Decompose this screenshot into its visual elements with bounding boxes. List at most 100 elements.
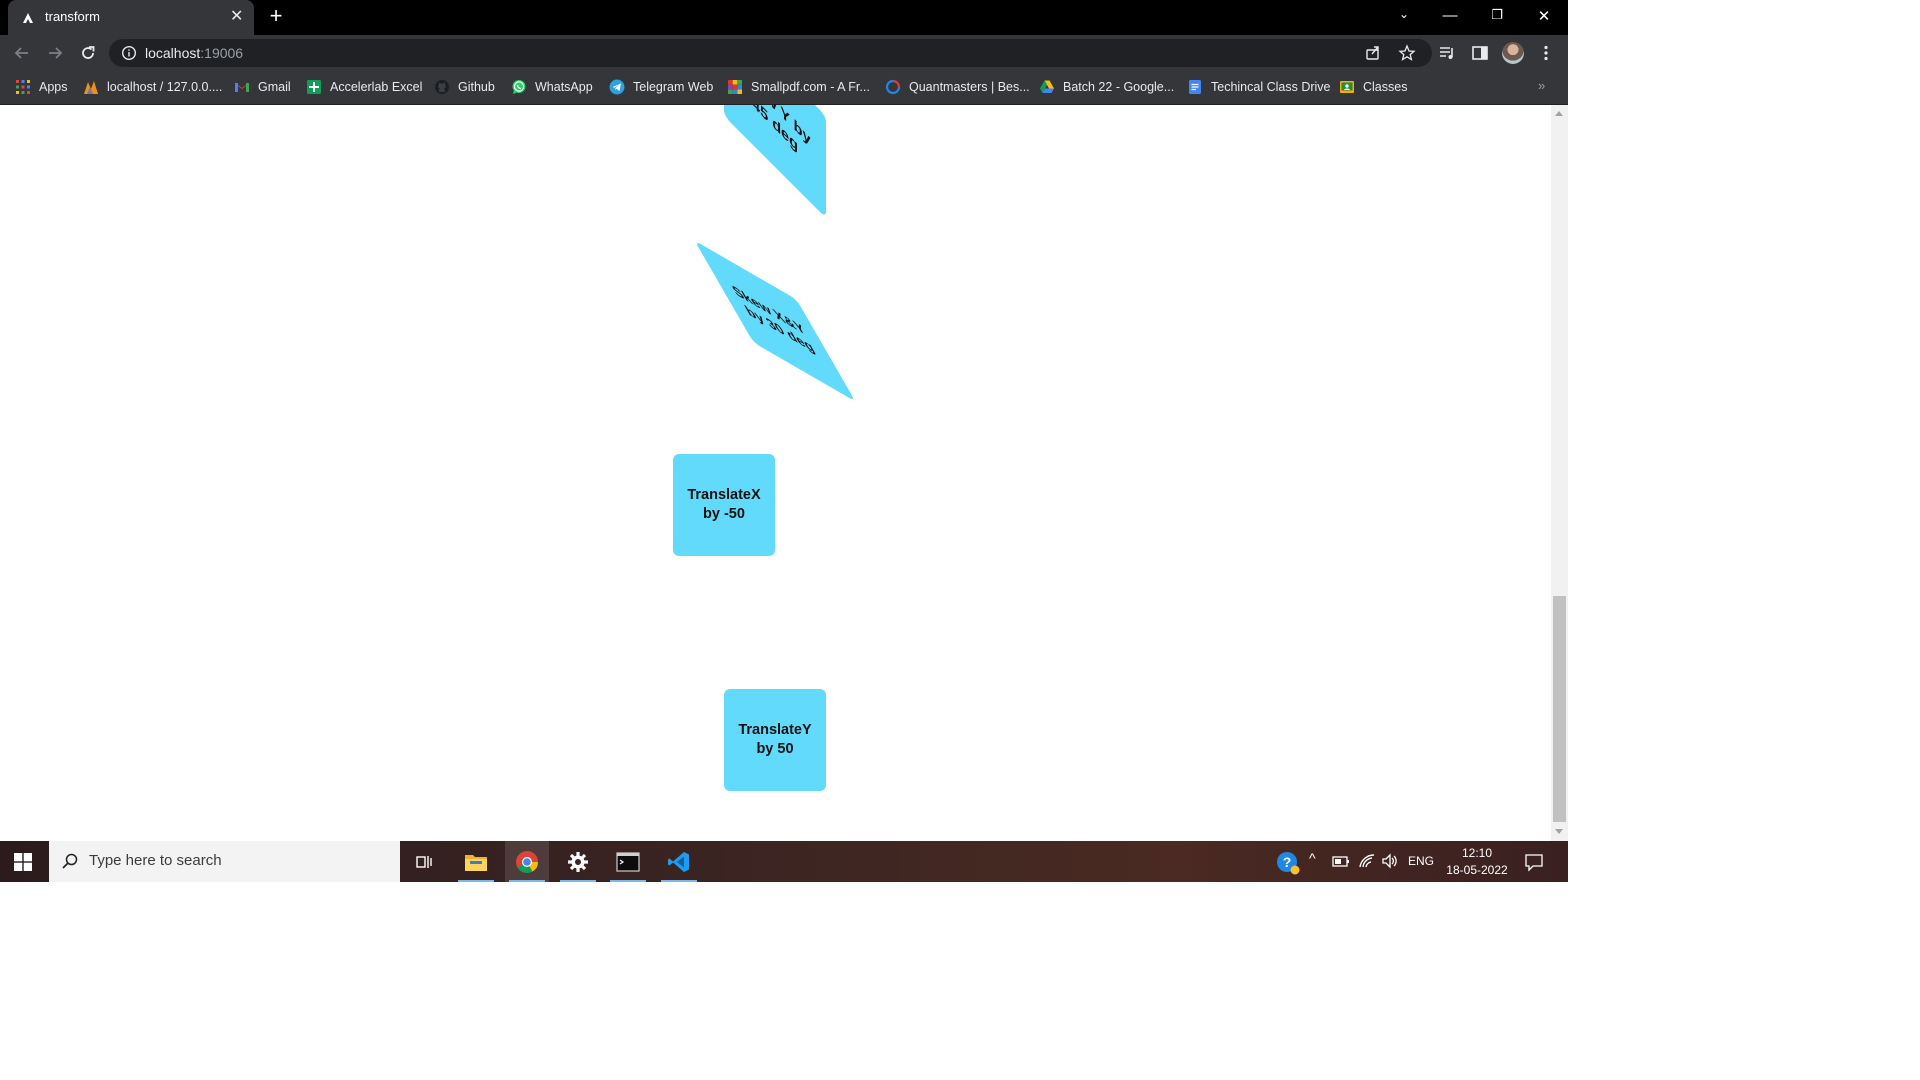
tab-title: transform — [45, 9, 100, 24]
gear-icon — [568, 851, 588, 872]
bookmark-label: Github — [458, 80, 495, 94]
share-icon[interactable] — [1364, 44, 1382, 62]
side-panel-icon[interactable] — [1470, 43, 1490, 63]
terminal-icon — [616, 851, 640, 872]
windows-taskbar: Type here to search ? ^ ENG 12:10 18-05-… — [0, 841, 1568, 882]
google-drive-icon — [1040, 80, 1054, 93]
translate-x-box: TranslateX by -50 — [673, 454, 775, 556]
bookmark-label: Telegram Web — [633, 80, 714, 94]
url-host: localhost — [145, 45, 201, 61]
browser-toolbar: localhost:19006 — [0, 35, 1568, 71]
chrome-menu-icon[interactable] — [1536, 43, 1556, 63]
scroll-up-arrow-icon[interactable] — [1555, 111, 1563, 116]
window-close-button[interactable]: ✕ — [1534, 7, 1554, 25]
file-explorer-button[interactable] — [454, 841, 498, 882]
skew-y-label: Skew Y by 45 deg — [739, 105, 811, 156]
reload-icon[interactable] — [78, 43, 98, 63]
clock-time: 12:10 — [1461, 846, 1493, 860]
bookmark-whatsapp[interactable]: WhatsApp — [511, 78, 593, 96]
windows-start-icon[interactable] — [14, 853, 32, 871]
react-expo-favicon-icon — [23, 13, 33, 23]
bookmarks-bar: Apps localhost / 127.0.0.... Gmail Accel… — [0, 71, 1568, 105]
translate-y-box: TranslateY by 50 — [724, 689, 826, 791]
address-bar[interactable]: localhost:19006 — [109, 39, 1432, 67]
bookmark-smallpdf[interactable]: Smallpdf.com - A Fr... — [727, 78, 870, 96]
translate-x-label: TranslateX by -50 — [687, 487, 761, 522]
search-placeholder: Type here to search — [89, 852, 222, 869]
bookmark-label: Techincal Class Drive — [1211, 80, 1331, 94]
quantmasters-icon — [885, 79, 901, 95]
volume-icon[interactable] — [1381, 853, 1399, 869]
terminal-taskbar-button[interactable] — [606, 841, 650, 882]
bookmark-github[interactable]: Github — [434, 78, 495, 96]
translate-y-label: TranslateY by 50 — [738, 722, 812, 757]
bookmark-label: Classes — [1363, 80, 1408, 94]
forward-arrow-icon[interactable] — [45, 43, 65, 63]
bookmark-batch-22-google[interactable]: Batch 22 - Google... — [1039, 78, 1174, 96]
system-clock[interactable]: 12:10 18-05-2022 — [1440, 845, 1514, 879]
bookmark-label: Quantmasters | Bes... — [909, 80, 1030, 94]
scrollbar-thumb[interactable] — [1553, 596, 1566, 822]
task-view-button[interactable] — [402, 841, 446, 882]
url-text: localhost:19006 — [145, 45, 243, 61]
vscode-icon — [668, 851, 689, 872]
telegram-icon — [609, 79, 625, 95]
phpmyadmin-icon — [84, 81, 98, 94]
tab-strip: transform ✕ + ⌄ — ❐ ✕ — [0, 0, 1568, 35]
running-indicator — [560, 880, 596, 882]
taskbar-search-box[interactable]: Type here to search — [49, 841, 400, 882]
wifi-icon[interactable] — [1358, 853, 1376, 869]
bookmark-label: Batch 22 - Google... — [1063, 80, 1175, 94]
show-hidden-icons-chevron-icon[interactable]: ^ — [1309, 850, 1316, 866]
page-content: Skew Y by 45 deg Skew X&Y by 30 deg Tran… — [0, 105, 1551, 841]
site-info-icon[interactable] — [121, 45, 137, 61]
bookmark-star-icon[interactable] — [1398, 44, 1416, 62]
sheets-icon — [307, 80, 321, 94]
profile-avatar[interactable] — [1502, 42, 1524, 64]
bookmark-label: localhost / 127.0.0.... — [107, 80, 223, 94]
tab-close-icon[interactable]: ✕ — [230, 8, 243, 26]
bookmark-label: WhatsApp — [535, 80, 593, 94]
language-indicator[interactable]: ENG — [1408, 854, 1434, 868]
back-arrow-icon[interactable] — [12, 43, 32, 63]
url-port: :19006 — [200, 45, 244, 61]
folder-icon — [465, 854, 487, 871]
bookmark-classes[interactable]: Classes — [1339, 78, 1407, 96]
chrome-taskbar-button[interactable] — [505, 841, 549, 882]
bookmark-label: Accelerlab Excel — [330, 80, 423, 94]
skew-xy-box: Skew X&Y by 30 deg — [694, 240, 856, 402]
tab-search-chevron-icon[interactable]: ⌄ — [1394, 7, 1414, 21]
bookmark-label: Apps — [39, 80, 68, 94]
bookmark-apps[interactable]: Apps — [15, 78, 68, 96]
gmail-icon — [235, 83, 249, 92]
google-docs-icon — [1189, 80, 1201, 94]
bookmark-telegram-web[interactable]: Telegram Web — [609, 78, 713, 96]
vertical-scrollbar[interactable] — [1551, 105, 1568, 841]
media-control-icon[interactable] — [1437, 43, 1457, 63]
whatsapp-icon — [512, 80, 526, 94]
bookmark-label: Smallpdf.com - A Fr... — [751, 80, 870, 94]
notification-center-icon[interactable] — [1524, 852, 1544, 872]
restore-button[interactable]: ❐ — [1487, 7, 1507, 23]
bookmark-techincal-class-drive[interactable]: Techincal Class Drive — [1187, 78, 1330, 96]
running-indicator — [661, 880, 697, 882]
settings-taskbar-button[interactable] — [556, 841, 600, 882]
new-tab-button[interactable]: + — [266, 5, 286, 27]
svg-text:?: ? — [1283, 854, 1292, 870]
skew-xy-label: Skew X&Y by 30 deg — [729, 282, 819, 358]
search-icon — [62, 853, 78, 869]
battery-icon[interactable] — [1332, 854, 1350, 868]
task-view-icon — [416, 855, 432, 868]
bookmark-localhost-phpmyadmin[interactable]: localhost / 127.0.0.... — [83, 78, 222, 96]
bookmark-gmail[interactable]: Gmail — [234, 78, 291, 96]
minimize-button[interactable]: — — [1440, 7, 1460, 24]
help-tips-icon[interactable]: ? — [1276, 851, 1300, 875]
google-classroom-icon — [1340, 81, 1354, 93]
github-icon — [435, 80, 449, 94]
vscode-taskbar-button[interactable] — [657, 841, 701, 882]
scroll-down-arrow-icon[interactable] — [1555, 829, 1563, 834]
bookmarks-overflow-chevron-icon[interactable]: » — [1538, 78, 1545, 93]
bookmark-accelerlab-excel[interactable]: Accelerlab Excel — [306, 78, 422, 96]
bookmark-quantmasters[interactable]: Quantmasters | Bes... — [885, 78, 1030, 96]
tab-transform[interactable]: transform ✕ — [8, 0, 254, 35]
